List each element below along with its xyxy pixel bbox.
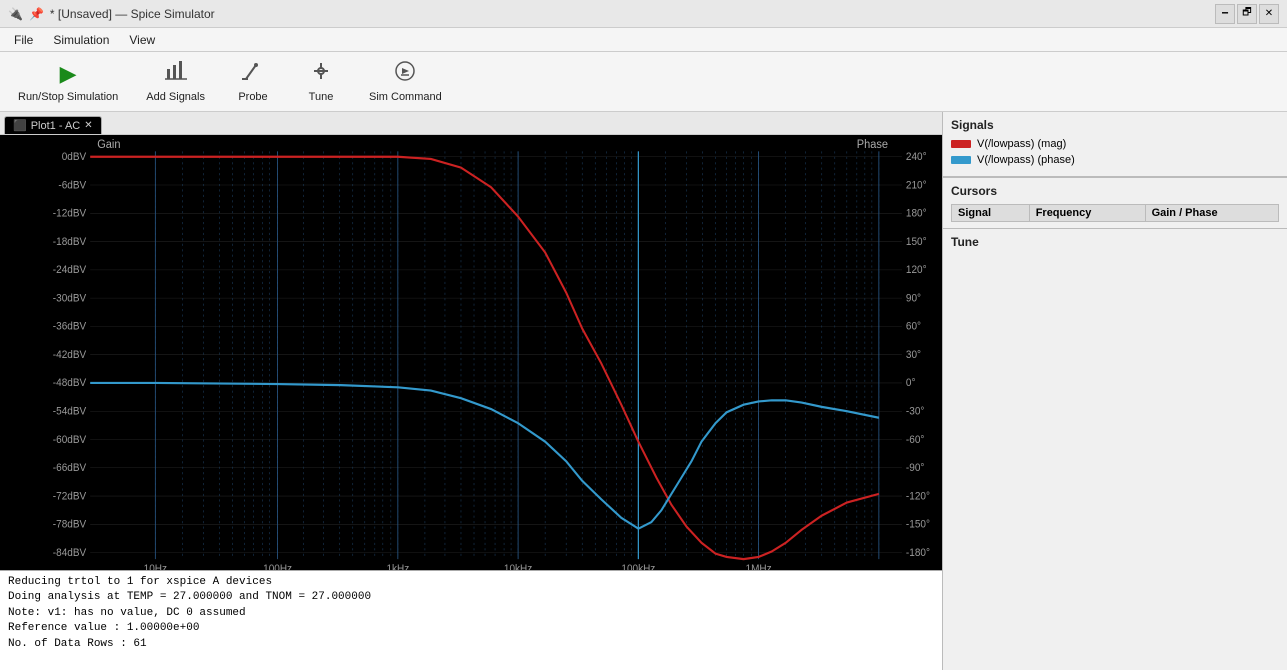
- window-title: * [Unsaved] — Spice Simulator: [50, 7, 215, 21]
- svg-text:180°: 180°: [906, 208, 927, 219]
- close-button[interactable]: ✕: [1259, 4, 1279, 24]
- console-area: Reducing trtol to 1 for xspice A devices…: [0, 570, 942, 670]
- probe-icon: [242, 61, 264, 87]
- console-line: Doing analysis at TEMP = 27.000000 and T…: [8, 590, 934, 605]
- svg-text:-12dBV: -12dBV: [53, 208, 86, 219]
- svg-text:0°: 0°: [906, 378, 916, 389]
- right-panel: Signals V(/lowpass) (mag) V(/lowpass) (p…: [942, 112, 1287, 670]
- svg-text:1kHz: 1kHz: [386, 564, 409, 570]
- app-icon: 🔌: [8, 7, 23, 21]
- cursors-title: Cursors: [951, 184, 1279, 198]
- cursors-section: Cursors Signal Frequency Gain / Phase: [943, 178, 1287, 229]
- tune-label: Tune: [309, 91, 334, 103]
- tune-title: Tune: [951, 235, 1279, 249]
- svg-text:-24dBV: -24dBV: [53, 265, 86, 276]
- add-signals-label: Add Signals: [146, 91, 205, 103]
- sim-command-label: Sim Command: [369, 91, 442, 103]
- svg-text:90°: 90°: [906, 293, 921, 304]
- signal-row-mag: V(/lowpass) (mag): [951, 138, 1279, 150]
- plot-area[interactable]: 0dBV -6dBV -12dBV -18dBV -24dBV -30dBV -…: [0, 135, 942, 570]
- signals-title: Signals: [951, 118, 1279, 132]
- menu-file[interactable]: File: [4, 31, 43, 49]
- main-content: ⬛ Plot1 - AC ✕: [0, 112, 1287, 670]
- plot-tab-label: Plot1 - AC: [31, 120, 81, 132]
- add-signals-button[interactable]: Add Signals: [136, 56, 215, 108]
- svg-text:-36dBV: -36dBV: [53, 321, 86, 332]
- console-line: No. of Data Rows : 61: [8, 637, 934, 652]
- console-line: Note: v1: has no value, DC 0 assumed: [8, 606, 934, 621]
- probe-button[interactable]: Probe: [223, 56, 283, 108]
- svg-text:-72dBV: -72dBV: [53, 491, 86, 502]
- run-icon: ▶: [60, 61, 77, 87]
- signals-section: Signals V(/lowpass) (mag) V(/lowpass) (p…: [943, 112, 1287, 177]
- signal-label-mag[interactable]: V(/lowpass) (mag): [977, 138, 1066, 150]
- title-bar: 🔌 📌 * [Unsaved] — Spice Simulator 🗕 🗗 ✕: [0, 0, 1287, 28]
- svg-text:-6dBV: -6dBV: [58, 180, 86, 191]
- svg-text:-48dBV: -48dBV: [53, 378, 86, 389]
- svg-text:210°: 210°: [906, 180, 927, 191]
- sim-command-icon: [394, 61, 416, 87]
- app-pin-icon: 📌: [29, 7, 44, 21]
- plot-svg: 0dBV -6dBV -12dBV -18dBV -24dBV -30dBV -…: [0, 135, 942, 570]
- svg-text:-60°: -60°: [906, 434, 924, 445]
- probe-label: Probe: [238, 91, 267, 103]
- svg-text:100kHz: 100kHz: [621, 564, 655, 570]
- svg-text:Phase: Phase: [857, 139, 888, 151]
- svg-text:-78dBV: -78dBV: [53, 519, 86, 530]
- signal-color-mag: [951, 140, 971, 148]
- menu-simulation[interactable]: Simulation: [43, 31, 119, 49]
- plot-tab-icon: ⬛: [13, 119, 27, 132]
- col-signal: Signal: [952, 205, 1030, 222]
- plot-tab[interactable]: ⬛ Plot1 - AC ✕: [4, 116, 102, 134]
- run-stop-button[interactable]: ▶ Run/Stop Simulation: [8, 56, 128, 108]
- svg-text:150°: 150°: [906, 237, 927, 248]
- tune-section: Tune: [943, 229, 1287, 670]
- svg-text:-30dBV: -30dBV: [53, 293, 86, 304]
- svg-text:-42dBV: -42dBV: [53, 350, 86, 361]
- run-stop-label: Run/Stop Simulation: [18, 91, 118, 103]
- svg-text:-150°: -150°: [906, 519, 930, 530]
- title-bar-controls[interactable]: 🗕 🗗 ✕: [1215, 4, 1279, 24]
- menu-bar: File Simulation View: [0, 28, 1287, 52]
- plot-tab-bar: ⬛ Plot1 - AC ✕: [0, 112, 942, 135]
- left-panel: ⬛ Plot1 - AC ✕: [0, 112, 942, 670]
- console-line: Reference value : 1.00000e+00: [8, 621, 934, 636]
- svg-text:-180°: -180°: [906, 548, 930, 559]
- svg-text:-30°: -30°: [906, 406, 924, 417]
- col-gain-phase: Gain / Phase: [1145, 205, 1278, 222]
- svg-text:30°: 30°: [906, 350, 921, 361]
- signal-color-phase: [951, 156, 971, 164]
- svg-text:-66dBV: -66dBV: [53, 463, 86, 474]
- col-frequency: Frequency: [1029, 205, 1145, 222]
- signal-row-phase: V(/lowpass) (phase): [951, 154, 1279, 166]
- title-bar-left: 🔌 📌 * [Unsaved] — Spice Simulator: [8, 7, 215, 21]
- tune-icon: [310, 61, 332, 87]
- svg-text:-84dBV: -84dBV: [53, 548, 86, 559]
- svg-text:-90°: -90°: [906, 463, 924, 474]
- add-signals-icon: [165, 61, 187, 87]
- svg-text:1MHz: 1MHz: [746, 564, 772, 570]
- sim-command-button[interactable]: Sim Command: [359, 56, 452, 108]
- svg-text:120°: 120°: [906, 265, 927, 276]
- svg-text:-18dBV: -18dBV: [53, 237, 86, 248]
- toolbar: ▶ Run/Stop Simulation Add Signals Probe …: [0, 52, 1287, 112]
- svg-text:-54dBV: -54dBV: [53, 406, 86, 417]
- plot-tab-close[interactable]: ✕: [84, 120, 92, 131]
- svg-text:100Hz: 100Hz: [263, 564, 292, 570]
- svg-text:60°: 60°: [906, 321, 921, 332]
- maximize-button[interactable]: 🗗: [1237, 4, 1257, 24]
- svg-text:0dBV: 0dBV: [62, 152, 87, 163]
- svg-text:-60dBV: -60dBV: [53, 434, 86, 445]
- svg-text:10Hz: 10Hz: [144, 564, 167, 570]
- console-line: Reducing trtol to 1 for xspice A devices: [8, 575, 934, 590]
- cursors-table: Signal Frequency Gain / Phase: [951, 204, 1279, 222]
- signal-label-phase[interactable]: V(/lowpass) (phase): [977, 154, 1075, 166]
- svg-text:Gain: Gain: [97, 139, 120, 151]
- svg-text:240°: 240°: [906, 152, 927, 163]
- svg-text:-120°: -120°: [906, 491, 930, 502]
- svg-text:10kHz: 10kHz: [504, 564, 532, 570]
- tune-button[interactable]: Tune: [291, 56, 351, 108]
- minimize-button[interactable]: 🗕: [1215, 4, 1235, 24]
- menu-view[interactable]: View: [119, 31, 165, 49]
